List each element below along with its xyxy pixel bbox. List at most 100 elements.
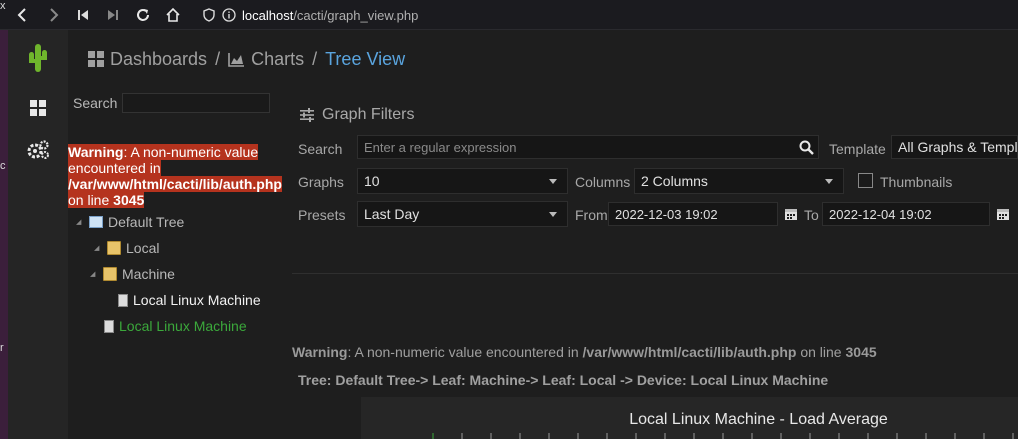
folder-icon [107,241,121,255]
graphs-label: Graphs [298,174,344,190]
search-input[interactable]: Enter a regular expression [357,135,819,159]
columns-value: 2 Columns [641,173,708,189]
chevron-right-icon [50,7,59,22]
collapse-triangle-icon[interactable]: ◢ [90,270,98,278]
skip-back-button[interactable] [68,1,98,29]
chevron-left-icon [17,7,26,22]
tree-node-label: Machine [122,266,175,282]
warning-line-prefix: on line [796,344,846,360]
from-label: From [575,207,608,223]
content-php-warning: Warning: A non-numeric value encountered… [292,344,877,360]
template-select[interactable]: All Graphs & Templ [891,135,1018,159]
warning-path: /var/www/html/cacti/lib/auth.php [582,344,797,360]
home-button[interactable] [158,1,188,29]
template-label: Template [829,141,886,157]
search-icon [799,140,814,155]
desktop-edge: x c r [0,0,8,439]
tree-node-machine[interactable]: ◢ Machine [90,266,175,282]
home-icon [166,7,180,22]
collapse-triangle-icon[interactable]: ◢ [76,218,84,226]
columns-label: Columns [575,174,631,190]
area-chart-icon [228,52,245,67]
from-date-value: 2022-12-03 19:02 [615,206,718,222]
address-bar[interactable]: localhost/cacti/graph_view.php [196,3,1018,27]
tree-node-local-linux-machine[interactable]: Local Linux Machine [118,292,261,308]
collapse-triangle-icon[interactable]: ◢ [94,244,102,252]
crumb-label: Tree View [325,48,406,69]
sliders-icon [300,108,314,122]
reload-icon [137,8,149,21]
tree-node-label: Local [126,240,160,256]
folder-icon [103,267,117,281]
thumbnails-label: Thumbnails [880,174,953,190]
crumb-dashboards[interactable]: Dashboards [88,49,207,70]
warning-label: Warning [292,344,348,360]
tree-icon [89,216,103,228]
search-placeholder: Enter a regular expression [364,139,517,155]
graph-filters-panel: Graph Filters Search Enter a regular exp… [292,88,1018,274]
graph-axis-ticks [432,433,1014,439]
device-icon [118,293,128,307]
to-date-value: 2022-12-04 19:02 [829,206,932,222]
tree-node-label: Local Linux Machine [119,318,247,334]
url-text: localhost/cacti/graph_view.php [242,7,419,23]
skip-forward-button[interactable] [98,1,128,29]
graph-container[interactable]: Local Linux Machine - Load Average [361,397,1018,439]
warning-message: : A non-numeric value encountered in [347,344,583,360]
cacti-logo[interactable] [24,44,52,72]
from-date-input[interactable]: 2022-12-03 19:02 [608,202,778,226]
presets-select[interactable]: Last Day [357,201,568,227]
warning-line-number: 3045 [845,344,877,360]
crumb-separator: / [312,48,318,69]
calendar-icon[interactable] [996,207,1010,221]
tree-panel: Search Warning: A non-numeric value enco… [68,88,288,439]
tree-node-local-linux-machine-selected[interactable]: Local Linux Machine [104,318,247,334]
to-date-input[interactable]: 2022-12-04 19:02 [822,202,990,226]
warning-label: Warning [68,144,124,160]
tree-search-label: Search [73,95,118,111]
device-icon [104,319,114,333]
skip-back-icon [78,9,88,20]
php-warning: Warning: A non-numeric value encountered… [68,144,282,208]
to-label: To [804,207,819,223]
caret-down-icon [549,212,557,217]
forward-button[interactable] [38,1,68,29]
template-value: All Graphs & Templ [898,139,1018,155]
columns-select[interactable]: 2 Columns [634,168,844,194]
tree-node-label: Local Linux Machine [133,292,261,308]
search-label: Search [298,141,343,157]
presets-label: Presets [298,207,346,223]
caret-down-icon [825,179,833,184]
tree-node-label: Default Tree [108,214,185,230]
calendar-icon[interactable] [784,207,798,221]
main-content: Dashboards / Charts / Tree View Search W… [68,30,1018,439]
crumb-tree-view[interactable]: Tree View [325,49,405,70]
grid-icon [30,100,46,116]
skip-forward-icon [108,9,118,20]
crumb-charts[interactable]: Charts [228,49,304,70]
warning-line-prefix: on line [68,192,110,208]
thumbnails-checkbox[interactable] [858,173,873,188]
gears-icon [27,140,49,159]
tree-node-default-tree[interactable]: ◢ Default Tree [76,214,184,230]
crumb-label: Dashboards [110,48,208,69]
graph-filters-title: Graph Filters [300,106,414,124]
tree-search-input[interactable] [122,93,270,113]
warning-line-number: 3045 [113,192,145,208]
info-icon [222,8,236,22]
back-button[interactable] [8,1,38,29]
browser-toolbar: localhost/cacti/graph_view.php [0,0,1018,30]
reload-button[interactable] [128,1,158,29]
filters-title-label: Graph Filters [322,106,415,123]
warning-path: /var/www/html/cacti/lib/auth.php [68,176,282,192]
caret-down-icon [549,179,557,184]
cactus-icon [29,44,47,72]
presets-value: Last Day [364,206,420,222]
tree-node-local[interactable]: ◢ Local [94,240,159,256]
breadcrumb: Dashboards / Charts / Tree View [68,30,1018,88]
dashboards-nav[interactable] [24,94,52,122]
graphs-select[interactable]: 10 [357,168,568,194]
crumb-label: Charts [251,48,305,69]
settings-nav[interactable] [24,136,52,164]
graphs-value: 10 [364,173,380,189]
